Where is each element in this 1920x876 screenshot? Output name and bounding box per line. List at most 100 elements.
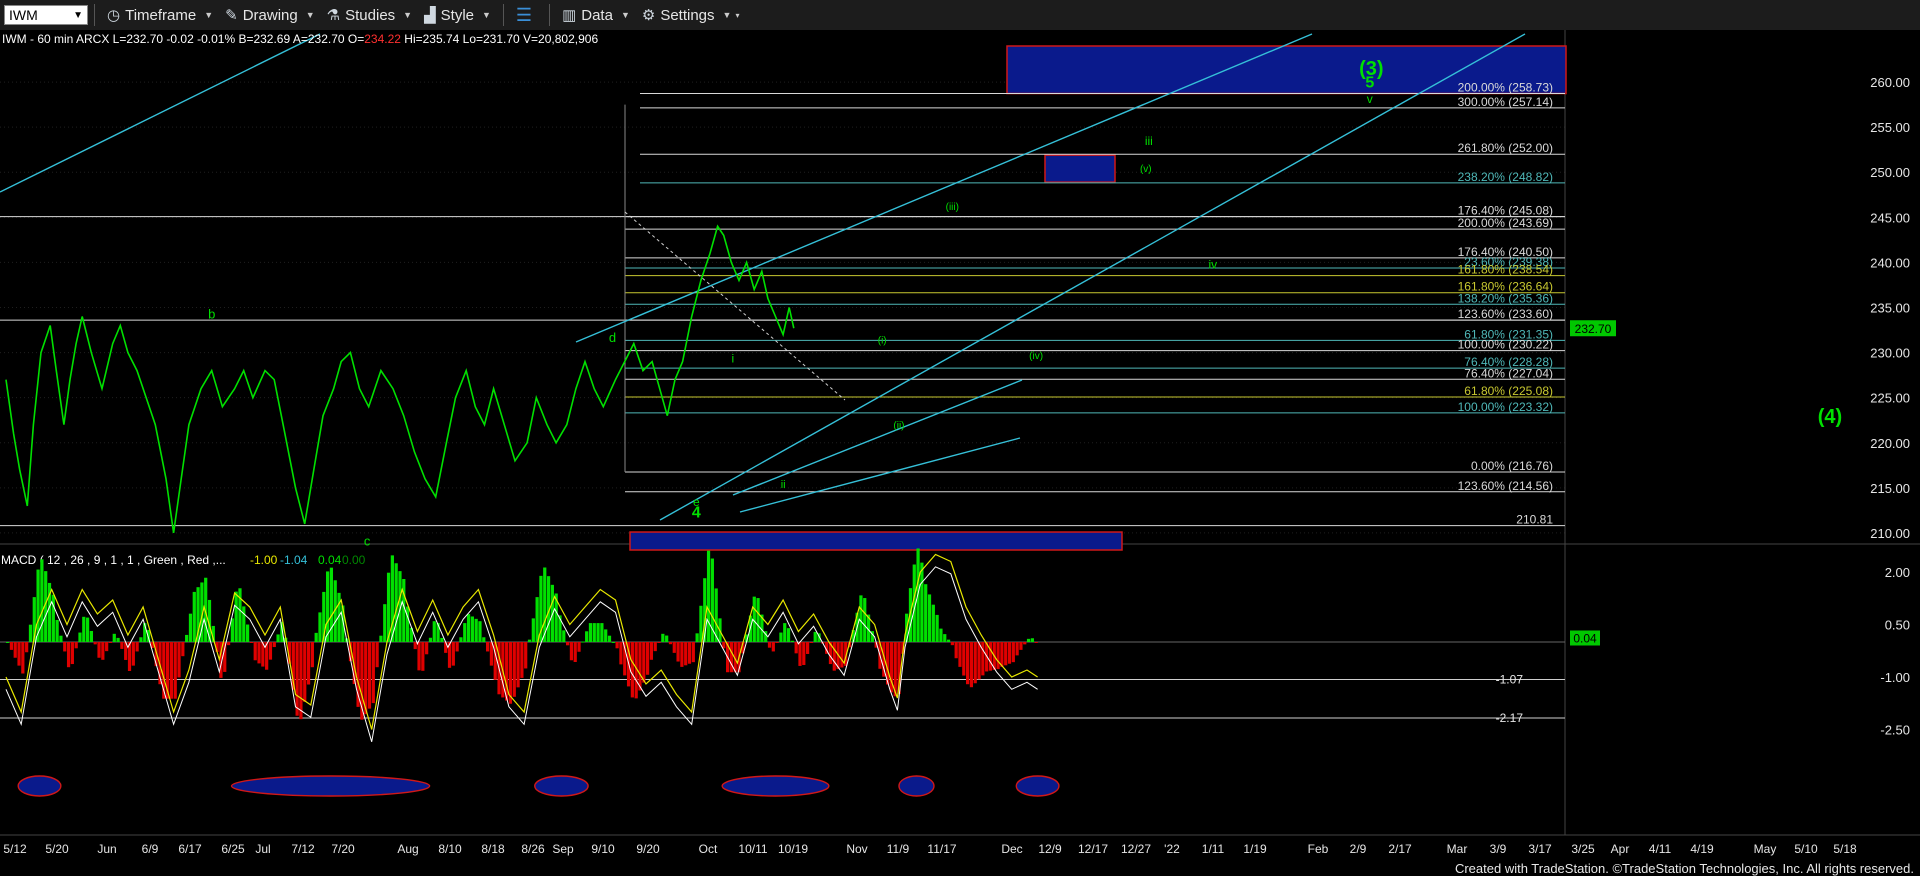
date-tick-label: 3/17 — [1528, 842, 1552, 856]
date-tick-label: 12/17 — [1078, 842, 1108, 856]
macd-hist-bar — [299, 642, 303, 720]
flask-icon: ⚗ — [326, 7, 341, 24]
macd-hist-bar — [135, 642, 139, 652]
macd-hist-bar — [600, 623, 604, 642]
macd-hist-bar — [112, 633, 116, 642]
macd-hist-bar — [413, 642, 417, 650]
macd-hist-bar — [665, 635, 669, 642]
toolbar-divider — [502, 4, 504, 26]
macd-hist-bar — [432, 621, 436, 642]
divergence-ellipse — [17, 775, 62, 797]
macd-hist-bar — [105, 642, 109, 652]
date-tick-label: 8/10 — [438, 842, 462, 856]
fib-label: 200.00% (258.73) — [1458, 81, 1553, 95]
macd-hist-bar — [478, 621, 482, 642]
macd-hist-bar — [802, 642, 806, 665]
date-tick-label: 6/25 — [221, 842, 245, 856]
chevron-down-icon: ▼ — [73, 9, 83, 21]
macd-hist-bar — [466, 614, 471, 642]
date-tick-label: 8/26 — [521, 842, 545, 856]
divergence-ellipse — [230, 775, 431, 797]
quote-header: IWM - 60 min ARCX L=232.70 -0.02 -0.01% … — [2, 32, 598, 46]
macd-hist-bar — [246, 624, 250, 642]
wave-label: (v) — [1140, 164, 1152, 175]
timeframe-button[interactable]: ◷ Timeframe ▼ — [101, 3, 219, 27]
price-tick-label: 245.00 — [1870, 210, 1910, 225]
quote-header-prefix: IWM - 60 min ARCX L=232.70 -0.02 -0.01% … — [2, 32, 364, 46]
macd-hist-bar — [421, 642, 425, 671]
price-tick-label: 220.00 — [1870, 436, 1910, 451]
macd-hist-bar — [573, 642, 577, 663]
macd-hist-bar — [116, 637, 120, 642]
macd-legend-value: 0.04 — [318, 553, 342, 567]
macd-hist-bar — [596, 623, 600, 642]
macd-hist-bar — [63, 642, 67, 652]
wave-label: (iii) — [946, 202, 959, 213]
chart-header: IWM - 60 min ARCX L=232.70 -0.02 -0.01% … — [2, 32, 598, 46]
macd-legend-value: -1.00 — [250, 553, 278, 567]
macd-hist-bar — [581, 641, 585, 643]
layout-button[interactable]: ☰ — [510, 3, 543, 27]
date-tick-label: Oct — [699, 842, 718, 856]
date-tick-label: 12/27 — [1121, 842, 1151, 856]
macd-hist-bar — [17, 642, 21, 666]
style-label: Style — [440, 6, 474, 24]
date-tick-label: May — [1754, 842, 1777, 856]
macd-hist-bar — [775, 642, 779, 643]
macd-hist-bar — [185, 634, 189, 642]
macd-legend-value: -1.04 — [280, 553, 308, 567]
price-tick-label: 215.00 — [1870, 481, 1910, 496]
macd-hist-bar — [779, 632, 783, 642]
wave-label: iv — [1209, 258, 1218, 272]
macd-hist-bar — [695, 633, 699, 642]
macd-hist-bar — [425, 642, 429, 655]
fib-label: 261.80% (252.00) — [1458, 141, 1553, 155]
macd-hist-bar — [806, 642, 810, 654]
macd-hist-bar — [1023, 642, 1027, 645]
target-box-bottom — [629, 531, 1123, 551]
fib-label: 123.60% (233.60) — [1458, 307, 1553, 321]
settings-button[interactable]: ⚙ Settings ▼ ▾ — [636, 3, 746, 27]
macd-hist-bar — [139, 637, 143, 642]
studies-button[interactable]: ⚗ Studies ▼ — [321, 3, 418, 27]
date-tick-label: 3/25 — [1571, 842, 1595, 856]
macd-hist-bar — [783, 623, 787, 642]
chart-style-icon: ▟ — [424, 7, 436, 24]
date-tick-label: Jul — [255, 842, 270, 856]
macd-hist-bar — [13, 642, 17, 658]
chart-area[interactable]: 200.00% (258.73)300.00% (257.14) 261.80% … — [0, 30, 1920, 860]
macd-hist-bar — [962, 642, 966, 676]
style-button[interactable]: ▟ Style ▼ — [418, 3, 497, 27]
macd-hist-bar — [691, 642, 695, 663]
date-tick-label: Aug — [397, 842, 418, 856]
macd-hist-bar — [569, 642, 574, 661]
macd-hist-bar — [470, 616, 474, 642]
drawing-button[interactable]: ✎ Drawing ▼ — [219, 3, 321, 27]
macd-hist-bar — [592, 623, 596, 642]
data-button[interactable]: ▥ Data ▼ — [556, 3, 636, 27]
macd-hist-bar — [89, 630, 94, 642]
macd-hist-bar — [181, 642, 185, 657]
macd-hist-bar — [863, 598, 867, 642]
date-tick-label: 10/11 — [738, 842, 767, 856]
dropdown-icon: ▼ — [204, 10, 214, 20]
macd-hist-bar — [920, 562, 924, 642]
macd-hist-bar — [680, 642, 684, 667]
macd-hist-bar — [524, 642, 528, 669]
macd-hist-bar — [9, 642, 14, 650]
price-tick-label: 210.00 — [1870, 526, 1910, 541]
macd-hist-bar — [832, 642, 836, 671]
date-tick-label: 1/19 — [1243, 842, 1267, 856]
symbol-selector[interactable]: IWM ▼ — [4, 5, 88, 25]
macd-hist-bar — [924, 584, 928, 642]
macd-hist-bar — [954, 642, 958, 659]
macd-hist-bar — [935, 614, 939, 642]
quote-header-suffix: Hi=235.74 Lo=231.70 V=20,802,906 — [401, 32, 599, 46]
fib-label: 100.00% (230.22) — [1458, 338, 1553, 352]
macd-hist-bar — [474, 618, 478, 642]
macd-hist-bar — [931, 604, 935, 642]
macd-hist-bar — [619, 642, 623, 665]
date-tick-label: Mar — [1447, 842, 1468, 856]
macd-hist-bar — [406, 606, 410, 642]
macd-hist-bar — [55, 619, 59, 642]
